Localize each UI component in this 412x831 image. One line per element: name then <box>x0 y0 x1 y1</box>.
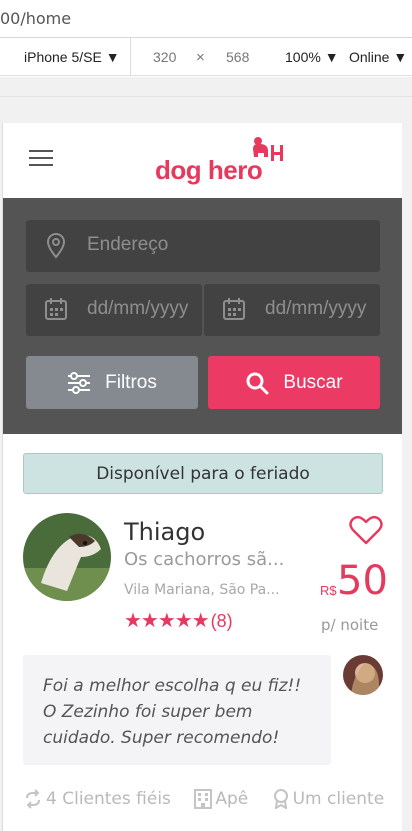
address-placeholder: Endereço <box>87 234 169 255</box>
price-value: 50 <box>337 558 388 604</box>
calendar-icon <box>45 298 67 320</box>
zoom-label: 100% <box>285 49 321 65</box>
sitter-tagline: Os cachorros sã... <box>124 549 285 570</box>
width-input[interactable]: 320 <box>153 49 176 65</box>
building-icon <box>194 789 213 809</box>
dog-logo-icon <box>253 137 283 161</box>
feature-label: 4 Clientes fiéis <box>46 789 171 809</box>
search-button-label: Buscar <box>283 371 343 393</box>
date-end-field[interactable]: dd/mm/yyyy <box>204 284 380 336</box>
location-pin-icon <box>46 233 66 259</box>
sitter-photo <box>23 513 111 601</box>
zoom-select[interactable]: 100% ▼ <box>285 49 339 65</box>
sitter-location: Vila Mariana, São Pa... <box>124 582 280 598</box>
device-select[interactable]: iPhone 5/SE ▼ <box>24 49 120 65</box>
filter-button-label: Filtros <box>105 371 157 393</box>
feature-label: Apê <box>215 789 249 809</box>
search-panel: Endereço dd/mm/yyyy dd/mm/yyyy Filtros B… <box>3 198 402 434</box>
sitter-name[interactable]: Thiago <box>124 518 205 546</box>
dimension-times: × <box>196 49 205 66</box>
repeat-icon <box>26 789 40 809</box>
sitter-avatar[interactable] <box>23 513 111 601</box>
sliders-icon <box>68 371 91 394</box>
height-input[interactable]: 568 <box>226 49 249 65</box>
feature-loyal-clients: 4 Clientes fiéis <box>23 789 171 809</box>
sitter-card[interactable]: Disponível para o feriado Thiago Os cach… <box>3 434 402 831</box>
badge-icon <box>273 789 288 809</box>
feature-single-client: Um cliente <box>272 789 385 809</box>
device-toolbar: iPhone 5/SE ▼ 320 × 568 100% ▼ Online ▼ <box>0 38 412 76</box>
price-currency: R$ <box>320 583 337 598</box>
date-start-field[interactable]: dd/mm/yyyy <box>26 284 202 336</box>
network-select[interactable]: Online ▼ <box>349 49 407 65</box>
rating: ★★★★★ (8) <box>124 608 233 633</box>
date-end-placeholder: dd/mm/yyyy <box>265 298 367 319</box>
logo-text: dog hero <box>155 155 263 185</box>
address-bar[interactable]: 00/home <box>0 0 412 38</box>
url-text[interactable]: 00/home <box>0 9 71 28</box>
logo[interactable]: dog hero <box>155 135 285 185</box>
menu-icon[interactable] <box>29 150 53 168</box>
reviewer-photo <box>343 655 383 695</box>
device-select-label: iPhone 5/SE <box>24 49 102 65</box>
calendar-icon <box>223 298 245 320</box>
review-text: Foi a melhor escolha q eu fiz!! O Zezinh… <box>43 676 302 748</box>
filter-button[interactable]: Filtros <box>26 356 198 409</box>
holiday-badge: Disponível para o feriado <box>23 453 383 494</box>
feature-label: Um cliente <box>292 789 385 809</box>
search-icon <box>246 372 269 394</box>
search-button[interactable]: Buscar <box>208 356 380 409</box>
network-label: Online <box>349 49 390 65</box>
date-start-placeholder: dd/mm/yyyy <box>87 298 189 319</box>
features-row: 4 Clientes fiéis Apê Um cliente <box>23 789 402 819</box>
app-header: dog hero <box>3 123 402 198</box>
toolbar-divider <box>130 38 131 76</box>
ruler <box>0 77 412 97</box>
address-field[interactable]: Endereço <box>26 220 380 272</box>
review-count: (8) <box>210 611 233 631</box>
rating-stars: ★★★★★ <box>124 610 210 632</box>
favorite-heart-icon[interactable] <box>349 514 383 546</box>
feature-apartment: Apê <box>194 789 248 809</box>
review-box: Foi a melhor escolha q eu fiz!! O Zezinh… <box>23 655 331 765</box>
device-viewport: dog hero Endereço dd/mm/yyyy dd/mm/yyyy … <box>2 123 402 831</box>
price-unit: p/ noite <box>321 616 379 634</box>
reviewer-avatar <box>343 655 383 695</box>
